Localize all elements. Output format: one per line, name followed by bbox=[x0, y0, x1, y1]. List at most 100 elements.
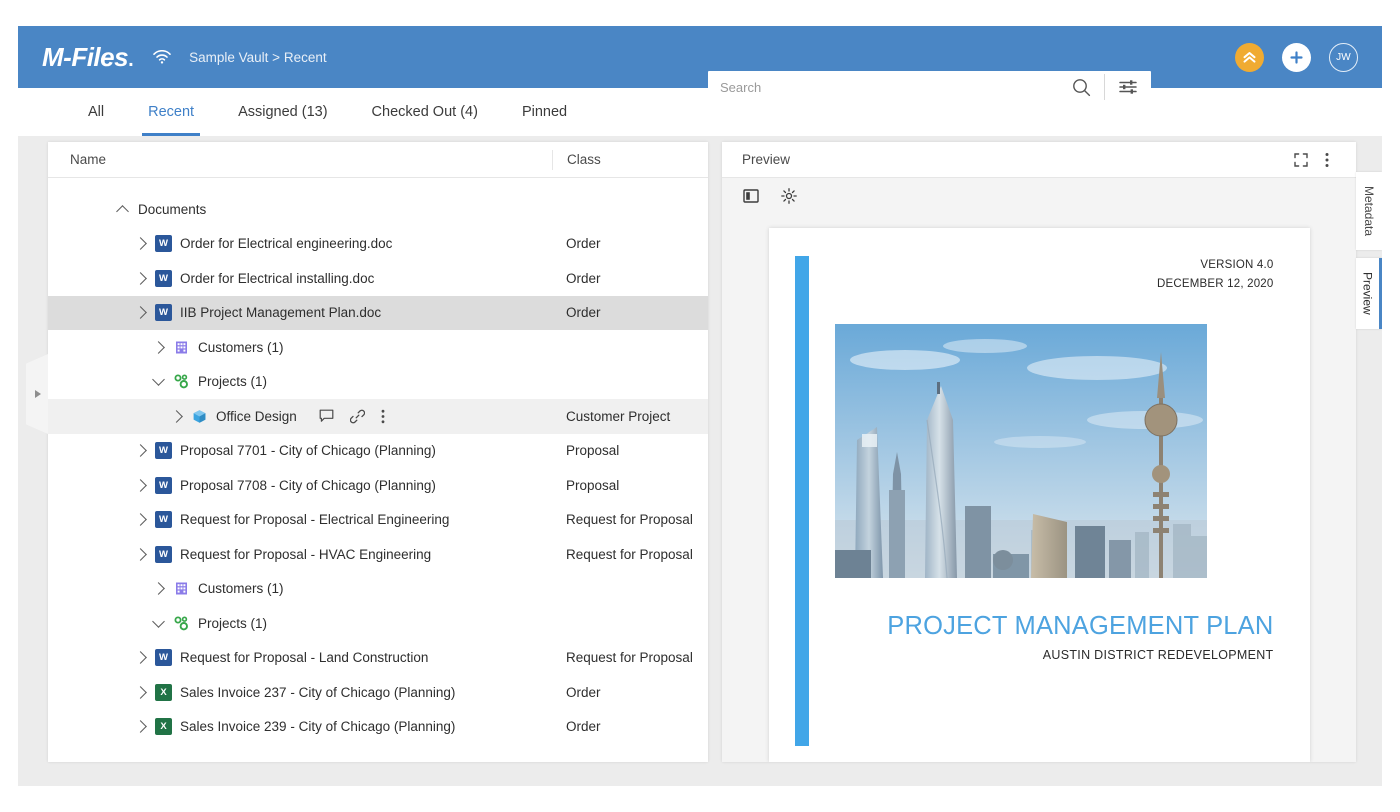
more-vertical-icon[interactable] bbox=[381, 409, 385, 424]
chevron-right-icon[interactable] bbox=[168, 409, 184, 423]
chevron-right-icon[interactable] bbox=[132, 651, 148, 665]
chevron-up-icon[interactable] bbox=[114, 203, 130, 217]
table-row[interactable]: W Proposal 7708 - City of Chicago (Planni… bbox=[48, 468, 708, 503]
row-label: Sales Invoice 239 - City of Chicago (Pla… bbox=[180, 719, 456, 735]
excel-file-icon: X bbox=[155, 718, 172, 736]
chevron-right-icon[interactable] bbox=[132, 237, 148, 251]
table-row[interactable]: X Sales Invoice 237 - City of Chicago (Pl… bbox=[48, 675, 708, 710]
avatar[interactable]: JW bbox=[1329, 42, 1358, 72]
row-label: Customers (1) bbox=[198, 339, 284, 355]
filter-sliders-icon[interactable] bbox=[1105, 71, 1151, 103]
table-row[interactable]: Customers (1) bbox=[48, 572, 708, 607]
search-icon[interactable] bbox=[1058, 71, 1104, 103]
chevron-right-icon[interactable] bbox=[132, 478, 148, 492]
gear-icon[interactable] bbox=[776, 183, 802, 209]
table-row[interactable]: Office Design Customer Project bbox=[48, 399, 708, 434]
preview-header: Preview bbox=[722, 142, 1356, 178]
table-row[interactable]: Customers (1) bbox=[48, 330, 708, 365]
chevron-right-icon[interactable] bbox=[132, 513, 148, 527]
row-name-cell: X Sales Invoice 239 - City of Chicago (Pl… bbox=[48, 718, 552, 736]
row-label: Request for Proposal - HVAC Engineering bbox=[180, 546, 432, 562]
word-file-icon: W bbox=[155, 304, 172, 322]
row-name-cell: Documents bbox=[48, 202, 552, 217]
breadcrumb[interactable]: Sample Vault > Recent bbox=[189, 50, 326, 65]
side-tab-preview[interactable]: Preview bbox=[1356, 258, 1382, 329]
row-class-cell: Order bbox=[566, 719, 601, 735]
chevron-right-icon[interactable] bbox=[150, 582, 166, 596]
tab-bar: All Recent Assigned (13) Checked Out (4) Pin… bbox=[18, 88, 1382, 136]
table-row[interactable]: W Order for Electrical engineering.doc Ord… bbox=[48, 227, 708, 262]
chevron-right-icon[interactable] bbox=[132, 306, 148, 320]
row-class-cell: Order bbox=[566, 236, 601, 252]
document-version: VERSION 4.0 bbox=[1200, 259, 1274, 271]
table-row[interactable]: W Proposal 7701 - City of Chicago (Planni… bbox=[48, 434, 708, 469]
word-file-icon: W bbox=[155, 269, 172, 287]
document-accent-bar bbox=[794, 256, 809, 746]
document-date: DECEMBER 12, 2020 bbox=[1156, 278, 1274, 290]
row-class-cell: Proposal bbox=[566, 477, 620, 493]
tab-assigned-13[interactable]: Assigned (13) bbox=[216, 88, 349, 136]
expand-panel-icon[interactable] bbox=[26, 354, 48, 434]
search-input[interactable] bbox=[708, 71, 1058, 103]
row-name-cell: W IIB Project Management Plan.doc bbox=[48, 304, 552, 322]
table-row[interactable]: Documents bbox=[48, 192, 708, 227]
row-label: Office Design bbox=[216, 408, 297, 424]
document-subtitle: AUSTIN DISTRICT REDEVELOPMENT bbox=[1042, 648, 1274, 662]
chevron-right-icon[interactable] bbox=[150, 340, 166, 354]
table-row[interactable]: W Request for Proposal - Electrical Engin… bbox=[48, 503, 708, 538]
preview-scroll-area[interactable]: VERSION 4.0 DECEMBER 12, 2020 PROJECT MA… bbox=[722, 214, 1356, 762]
chevron-right-icon[interactable] bbox=[132, 547, 148, 561]
document-list-panel: Name Class Documents W Order for Electrica… bbox=[48, 142, 708, 762]
table-row[interactable]: X Sales Invoice 239 - City of Chicago (Pl… bbox=[48, 710, 708, 745]
row-name-cell: W Proposal 7708 - City of Chicago (Planni… bbox=[48, 476, 552, 494]
tab-recent[interactable]: Recent bbox=[126, 88, 216, 136]
comment-icon[interactable] bbox=[319, 409, 334, 423]
table-row[interactable]: Projects (1) bbox=[48, 606, 708, 641]
chevron-down-icon[interactable] bbox=[150, 614, 166, 628]
app-window: M-Files. Sample Vault > Recent Search JW… bbox=[18, 26, 1382, 786]
fullscreen-icon[interactable] bbox=[1288, 147, 1314, 173]
chevron-down-icon[interactable] bbox=[150, 373, 166, 387]
row-name-cell: W Proposal 7701 - City of Chicago (Planni… bbox=[48, 442, 552, 460]
chevron-right-icon[interactable] bbox=[132, 685, 148, 699]
row-name-cell: W Request for Proposal - HVAC Engineering bbox=[48, 545, 552, 563]
more-vertical-icon[interactable] bbox=[1314, 147, 1340, 173]
link-icon[interactable] bbox=[349, 409, 365, 424]
projects-nodes-icon bbox=[173, 373, 190, 390]
column-header-name[interactable]: Name bbox=[48, 152, 552, 167]
side-tab-metadata[interactable]: Metadata bbox=[1356, 172, 1382, 251]
building-icon bbox=[173, 580, 190, 597]
chevron-up-circle-icon[interactable] bbox=[1235, 42, 1264, 72]
row-label: Documents bbox=[138, 201, 207, 217]
mfiles-logo: M-Files. bbox=[42, 41, 134, 72]
table-row[interactable]: W IIB Project Management Plan.doc Order bbox=[48, 295, 708, 330]
tab-all[interactable]: All bbox=[66, 88, 126, 136]
row-class-cell: Request for Proposal bbox=[566, 512, 693, 528]
side-tab-strip: Metadata Preview bbox=[1356, 142, 1382, 762]
table-row[interactable]: W Request for Proposal - HVAC Engineering… bbox=[48, 537, 708, 572]
row-class-cell: Request for Proposal bbox=[566, 650, 693, 666]
search-bar bbox=[708, 71, 1151, 103]
table-row[interactable]: W Order for Electrical installing.doc Orde… bbox=[48, 261, 708, 296]
row-label: Order for Electrical engineering.doc bbox=[180, 236, 393, 252]
avatar-initials: JW bbox=[1336, 51, 1351, 63]
chevron-right-icon[interactable] bbox=[132, 271, 148, 285]
tab-checked-out-4[interactable]: Checked Out (4) bbox=[350, 88, 500, 136]
chevron-right-icon[interactable] bbox=[132, 444, 148, 458]
sidebar-toggle-icon[interactable] bbox=[738, 183, 764, 209]
body-area: Name Class Documents W Order for Electrica… bbox=[18, 136, 1382, 786]
document-title-block: PROJECT MANAGEMENT PLAN AUSTIN DISTRICT … bbox=[769, 612, 1274, 662]
app-header: M-Files. Sample Vault > Recent Search JW bbox=[18, 26, 1382, 103]
row-label: Order for Electrical installing.doc bbox=[180, 270, 375, 286]
row-name-cell: Customers (1) bbox=[48, 580, 552, 597]
tab-pinned[interactable]: Pinned bbox=[500, 88, 589, 136]
row-label: Customers (1) bbox=[198, 581, 284, 597]
row-label: Projects (1) bbox=[198, 374, 268, 390]
table-row[interactable]: W Request for Proposal - Land Constructio… bbox=[48, 641, 708, 676]
table-row[interactable]: Projects (1) bbox=[48, 365, 708, 400]
chevron-right-icon[interactable] bbox=[132, 720, 148, 734]
row-name-cell: Projects (1) bbox=[48, 373, 552, 390]
row-name-cell: W Request for Proposal - Land Constructio… bbox=[48, 649, 552, 667]
plus-icon[interactable] bbox=[1282, 42, 1311, 72]
column-header-class[interactable]: Class bbox=[552, 149, 708, 170]
